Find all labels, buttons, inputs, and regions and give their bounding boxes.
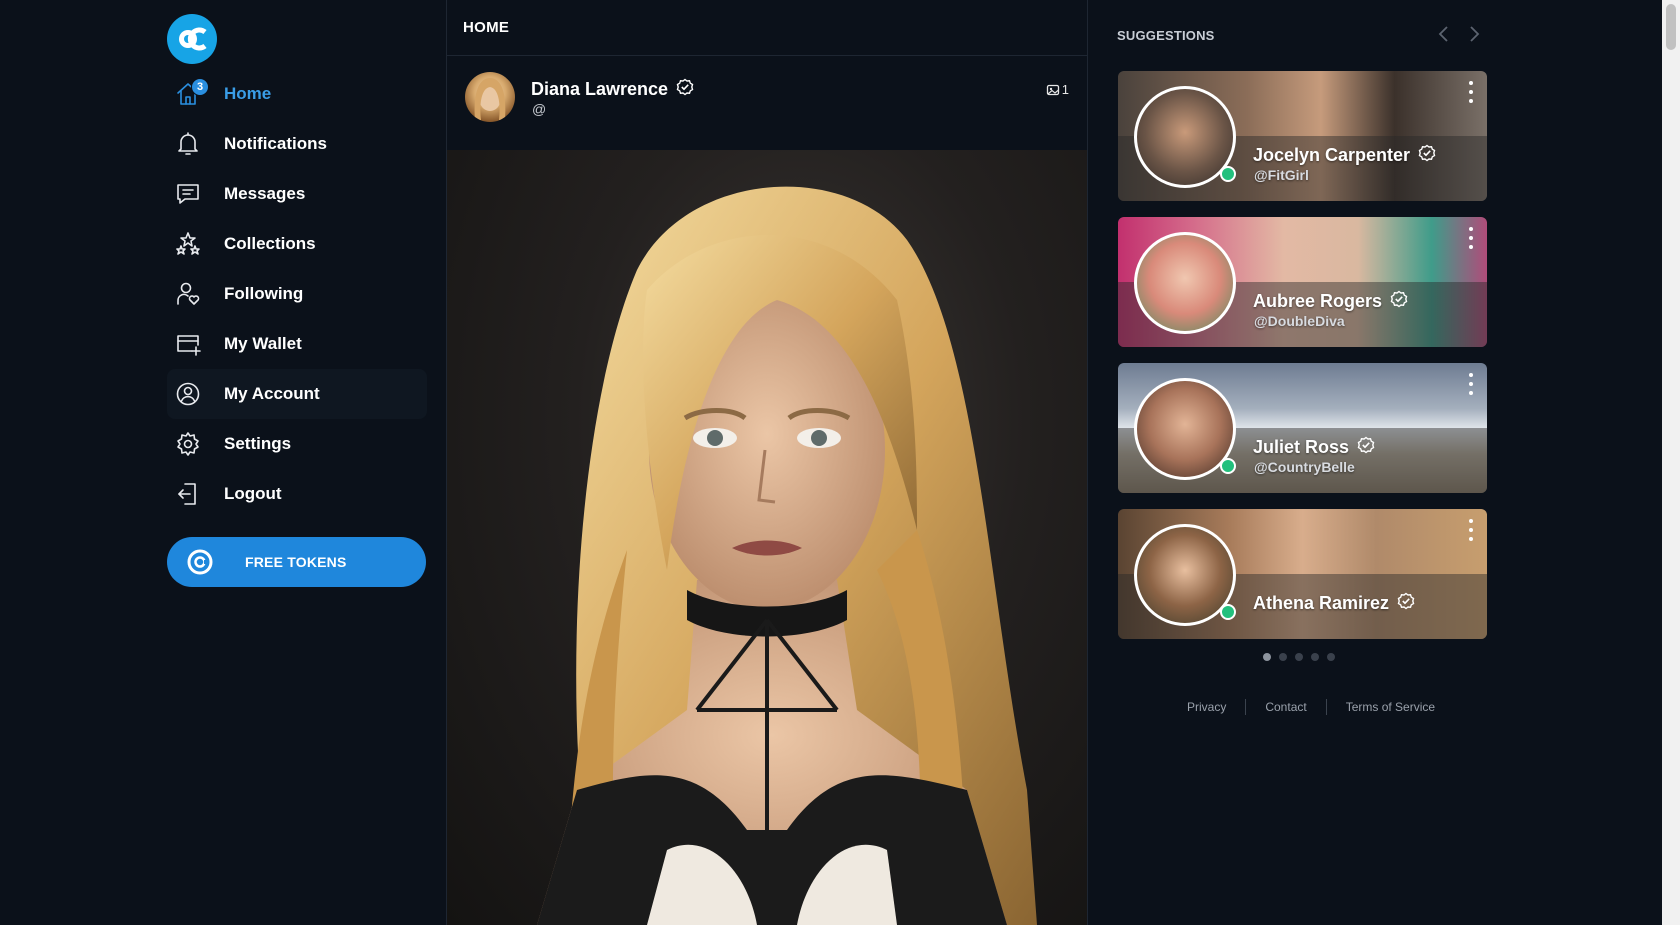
media-count: 1	[1046, 82, 1069, 97]
contact-link[interactable]: Contact	[1246, 700, 1325, 714]
card-handle: @FitGirl	[1254, 167, 1309, 183]
token-icon	[187, 549, 213, 575]
free-tokens-label: FREE TOKENS	[245, 554, 347, 570]
nav-label-messages: Messages	[224, 184, 306, 203]
verified-icon	[676, 78, 694, 101]
card-name: Aubree Rogers	[1253, 290, 1408, 313]
page-scrollbar[interactable]	[1662, 0, 1680, 925]
carousel-dot[interactable]	[1311, 653, 1319, 661]
user-heart-icon	[167, 269, 211, 319]
next-arrow-button[interactable]	[1464, 24, 1484, 44]
nav-item-home[interactable]: 3 Home	[167, 69, 427, 119]
carousel-pagination	[1263, 653, 1335, 661]
bell-icon	[167, 119, 211, 169]
carousel-dot[interactable]	[1263, 653, 1271, 661]
nav-label-home: Home	[224, 84, 272, 103]
verified-icon	[1397, 592, 1415, 615]
online-indicator	[1220, 604, 1236, 620]
nav-label-notifications: Notifications	[224, 134, 327, 153]
nav-item-my-wallet[interactable]: My Wallet	[167, 319, 427, 369]
page-title: HOME	[463, 19, 510, 36]
stars-icon	[167, 219, 211, 269]
online-indicator	[1220, 166, 1236, 182]
card-name: Athena Ramirez	[1253, 592, 1415, 615]
post-author-name[interactable]: Diana Lawrence	[531, 78, 694, 101]
post-author-name-text: Diana Lawrence	[531, 79, 669, 99]
nav-item-my-account[interactable]: My Account	[167, 369, 427, 419]
home-badge: 3	[191, 78, 209, 96]
verified-icon	[1418, 144, 1436, 167]
post-author-handle[interactable]: @	[532, 101, 546, 117]
privacy-link[interactable]: Privacy	[1168, 700, 1245, 714]
online-indicator	[1220, 458, 1236, 474]
nav-item-logout[interactable]: Logout	[167, 469, 427, 519]
card-name-text: Juliet Ross	[1253, 437, 1350, 457]
brand-logo[interactable]	[167, 14, 217, 64]
gear-icon	[167, 419, 211, 469]
card-name-text: Aubree Rogers	[1253, 291, 1383, 311]
nav-item-following[interactable]: Following	[167, 269, 427, 319]
user-circle-icon	[167, 369, 211, 419]
more-options-icon[interactable]	[1467, 227, 1475, 249]
more-options-icon[interactable]	[1467, 519, 1475, 541]
nav-item-notifications[interactable]: Notifications	[167, 119, 427, 169]
post-image[interactable]	[447, 150, 1087, 925]
suggestions-title: SUGGESTIONS	[1117, 28, 1215, 43]
card-avatar	[1134, 232, 1236, 334]
carousel-dot[interactable]	[1279, 653, 1287, 661]
nav-label-logout: Logout	[224, 484, 282, 503]
verified-icon	[1357, 436, 1375, 459]
nav-label-settings: Settings	[224, 434, 292, 453]
nav-label-my-account: My Account	[224, 384, 320, 403]
image-icon	[1046, 84, 1059, 95]
more-options-icon[interactable]	[1467, 81, 1475, 103]
card-name-text: Jocelyn Carpenter	[1253, 145, 1411, 165]
terms-link[interactable]: Terms of Service	[1327, 700, 1454, 714]
feed-header: HOME	[447, 0, 1087, 56]
main-feed: HOME Diana Lawrence @ 1	[446, 0, 1088, 925]
card-handle: @CountryBelle	[1254, 459, 1355, 475]
nav-label-my-wallet: My Wallet	[224, 334, 302, 353]
logout-icon	[167, 469, 211, 519]
nav-label-collections: Collections	[224, 234, 316, 253]
main-nav: 3 Home Notifications Messages Collection…	[167, 69, 427, 519]
card-name-text: Athena Ramirez	[1253, 593, 1390, 613]
carousel-dot[interactable]	[1327, 653, 1335, 661]
suggestion-card[interactable]: Athena Ramirez	[1118, 509, 1487, 639]
post-photo	[537, 186, 1037, 925]
carousel-dot[interactable]	[1295, 653, 1303, 661]
prev-arrow-button[interactable]	[1434, 24, 1454, 44]
card-plus-icon	[167, 319, 211, 369]
nav-item-settings[interactable]: Settings	[167, 419, 427, 469]
free-tokens-button[interactable]: FREE TOKENS	[167, 537, 426, 587]
message-icon	[167, 169, 211, 219]
nav-label-following: Following	[224, 284, 304, 303]
logo-icon	[179, 27, 207, 51]
suggestions-panel: SUGGESTIONS Jocelyn Carpenter @FitGirl A…	[1088, 0, 1662, 925]
left-sidebar: 3 Home Notifications Messages Collection…	[0, 0, 446, 925]
card-name: Jocelyn Carpenter	[1253, 144, 1436, 167]
post-author-avatar[interactable]	[465, 72, 515, 122]
chevron-right-icon	[1470, 26, 1480, 42]
suggestion-card[interactable]: Jocelyn Carpenter @FitGirl	[1118, 71, 1487, 201]
footer-links: Privacy Contact Terms of Service	[1168, 699, 1454, 715]
verified-icon	[1390, 290, 1408, 313]
media-count-value: 1	[1061, 82, 1069, 97]
nav-item-messages[interactable]: Messages	[167, 169, 427, 219]
suggestion-card[interactable]: Juliet Ross @CountryBelle	[1118, 363, 1487, 493]
scrollbar-thumb[interactable]	[1666, 4, 1676, 50]
suggestion-card[interactable]: Aubree Rogers @DoubleDiva	[1118, 217, 1487, 347]
nav-item-collections[interactable]: Collections	[167, 219, 427, 269]
card-handle: @DoubleDiva	[1254, 313, 1345, 329]
more-options-icon[interactable]	[1467, 373, 1475, 395]
chevron-left-icon	[1438, 26, 1448, 42]
card-name: Juliet Ross	[1253, 436, 1375, 459]
